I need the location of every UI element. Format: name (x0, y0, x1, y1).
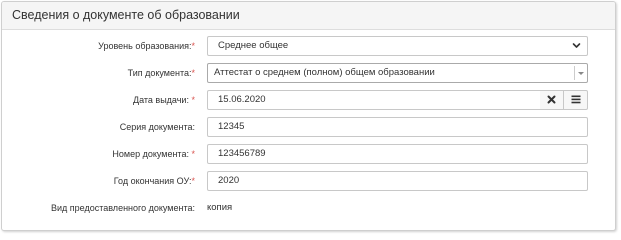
number-row: Номер документа: * 123456789 (2, 144, 615, 164)
clear-date-button[interactable] (540, 90, 564, 110)
education-level-row: Уровень образования:* Среднее общее (2, 36, 615, 56)
issue-date-input[interactable]: 15.06.2020 (207, 90, 541, 110)
graduation-year-label: Год окончания ОУ:* (113, 176, 195, 186)
document-kind-label: Вид предоставленного документа: (50, 203, 195, 213)
document-kind-row: Вид предоставленного документа: копия (2, 198, 615, 218)
select-divider (574, 66, 575, 80)
series-row: Серия документа: 12345 (2, 117, 615, 137)
number-input[interactable]: 123456789 (207, 144, 588, 164)
education-level-value: Среднее общее (218, 40, 289, 51)
education-level-select[interactable]: Среднее общее (207, 36, 588, 56)
document-type-row: Тип документа:* Аттестат о среднем (полн… (2, 63, 615, 83)
panel-title: Сведения о документе об образовании (2, 2, 615, 30)
required-mark: * (191, 176, 195, 186)
close-icon (547, 91, 556, 109)
required-mark: * (191, 68, 195, 78)
issue-date-row: Дата выдачи: * 15.06.2020 (2, 90, 615, 110)
document-type-select[interactable]: Аттестат о среднем (полном) общем образо… (207, 63, 588, 83)
graduation-year-row: Год окончания ОУ:* 2020 (2, 171, 615, 191)
number-label: Номер документа: * (112, 149, 195, 159)
education-level-label: Уровень образования:* (98, 41, 195, 51)
required-mark: * (191, 149, 195, 159)
required-mark: * (191, 41, 195, 51)
series-label: Серия документа: (119, 122, 195, 132)
calendar-button[interactable] (564, 90, 588, 110)
series-input[interactable]: 12345 (207, 117, 588, 137)
education-document-panel: Сведения о документе об образовании Уров… (1, 1, 616, 231)
issue-date-label: Дата выдачи: * (133, 95, 195, 105)
graduation-year-input[interactable]: 2020 (207, 171, 588, 191)
document-type-value: Аттестат о среднем (полном) общем образо… (214, 67, 435, 78)
caret-down-icon (578, 72, 584, 75)
required-mark: * (191, 95, 195, 105)
document-type-label: Тип документа:* (127, 68, 195, 78)
calendar-icon (571, 91, 581, 109)
chevron-down-icon (572, 37, 581, 55)
document-kind-value: копия (207, 202, 233, 213)
